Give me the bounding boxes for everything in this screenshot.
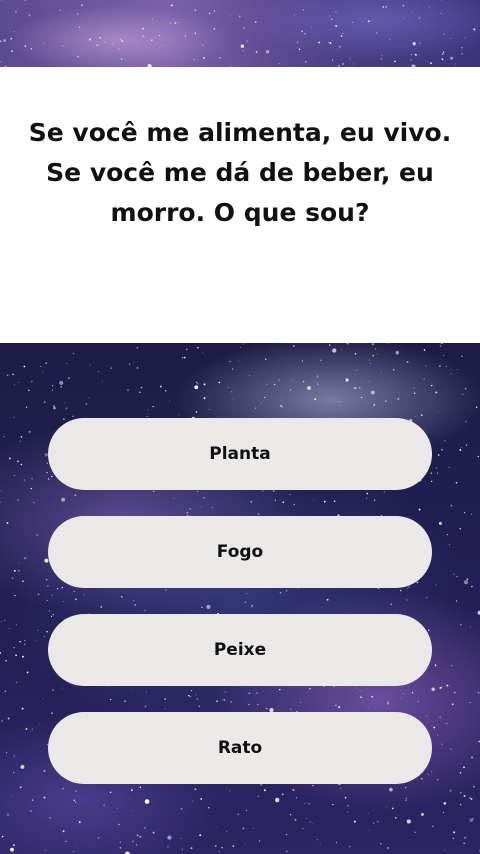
answer-label: Peixe: [213, 640, 267, 660]
answer-options: Planta Fogo Peixe Rato: [48, 418, 432, 810]
question-text: Se você me alimenta, eu vivo. Se você me…: [28, 118, 452, 227]
answer-label: Fogo: [216, 542, 264, 562]
quiz-screen: Se você me alimenta, eu vivo. Se você me…: [0, 0, 480, 854]
answer-button-rato[interactable]: Rato: [48, 712, 432, 784]
question-card: Se você me alimenta, eu vivo. Se você me…: [0, 67, 480, 343]
answer-button-planta[interactable]: Planta: [48, 418, 432, 490]
answer-label: Rato: [217, 738, 263, 758]
answer-button-fogo[interactable]: Fogo: [48, 516, 432, 588]
galaxy-header-background: [0, 0, 480, 67]
answer-button-peixe[interactable]: Peixe: [48, 614, 432, 686]
answer-label: Planta: [209, 444, 271, 464]
